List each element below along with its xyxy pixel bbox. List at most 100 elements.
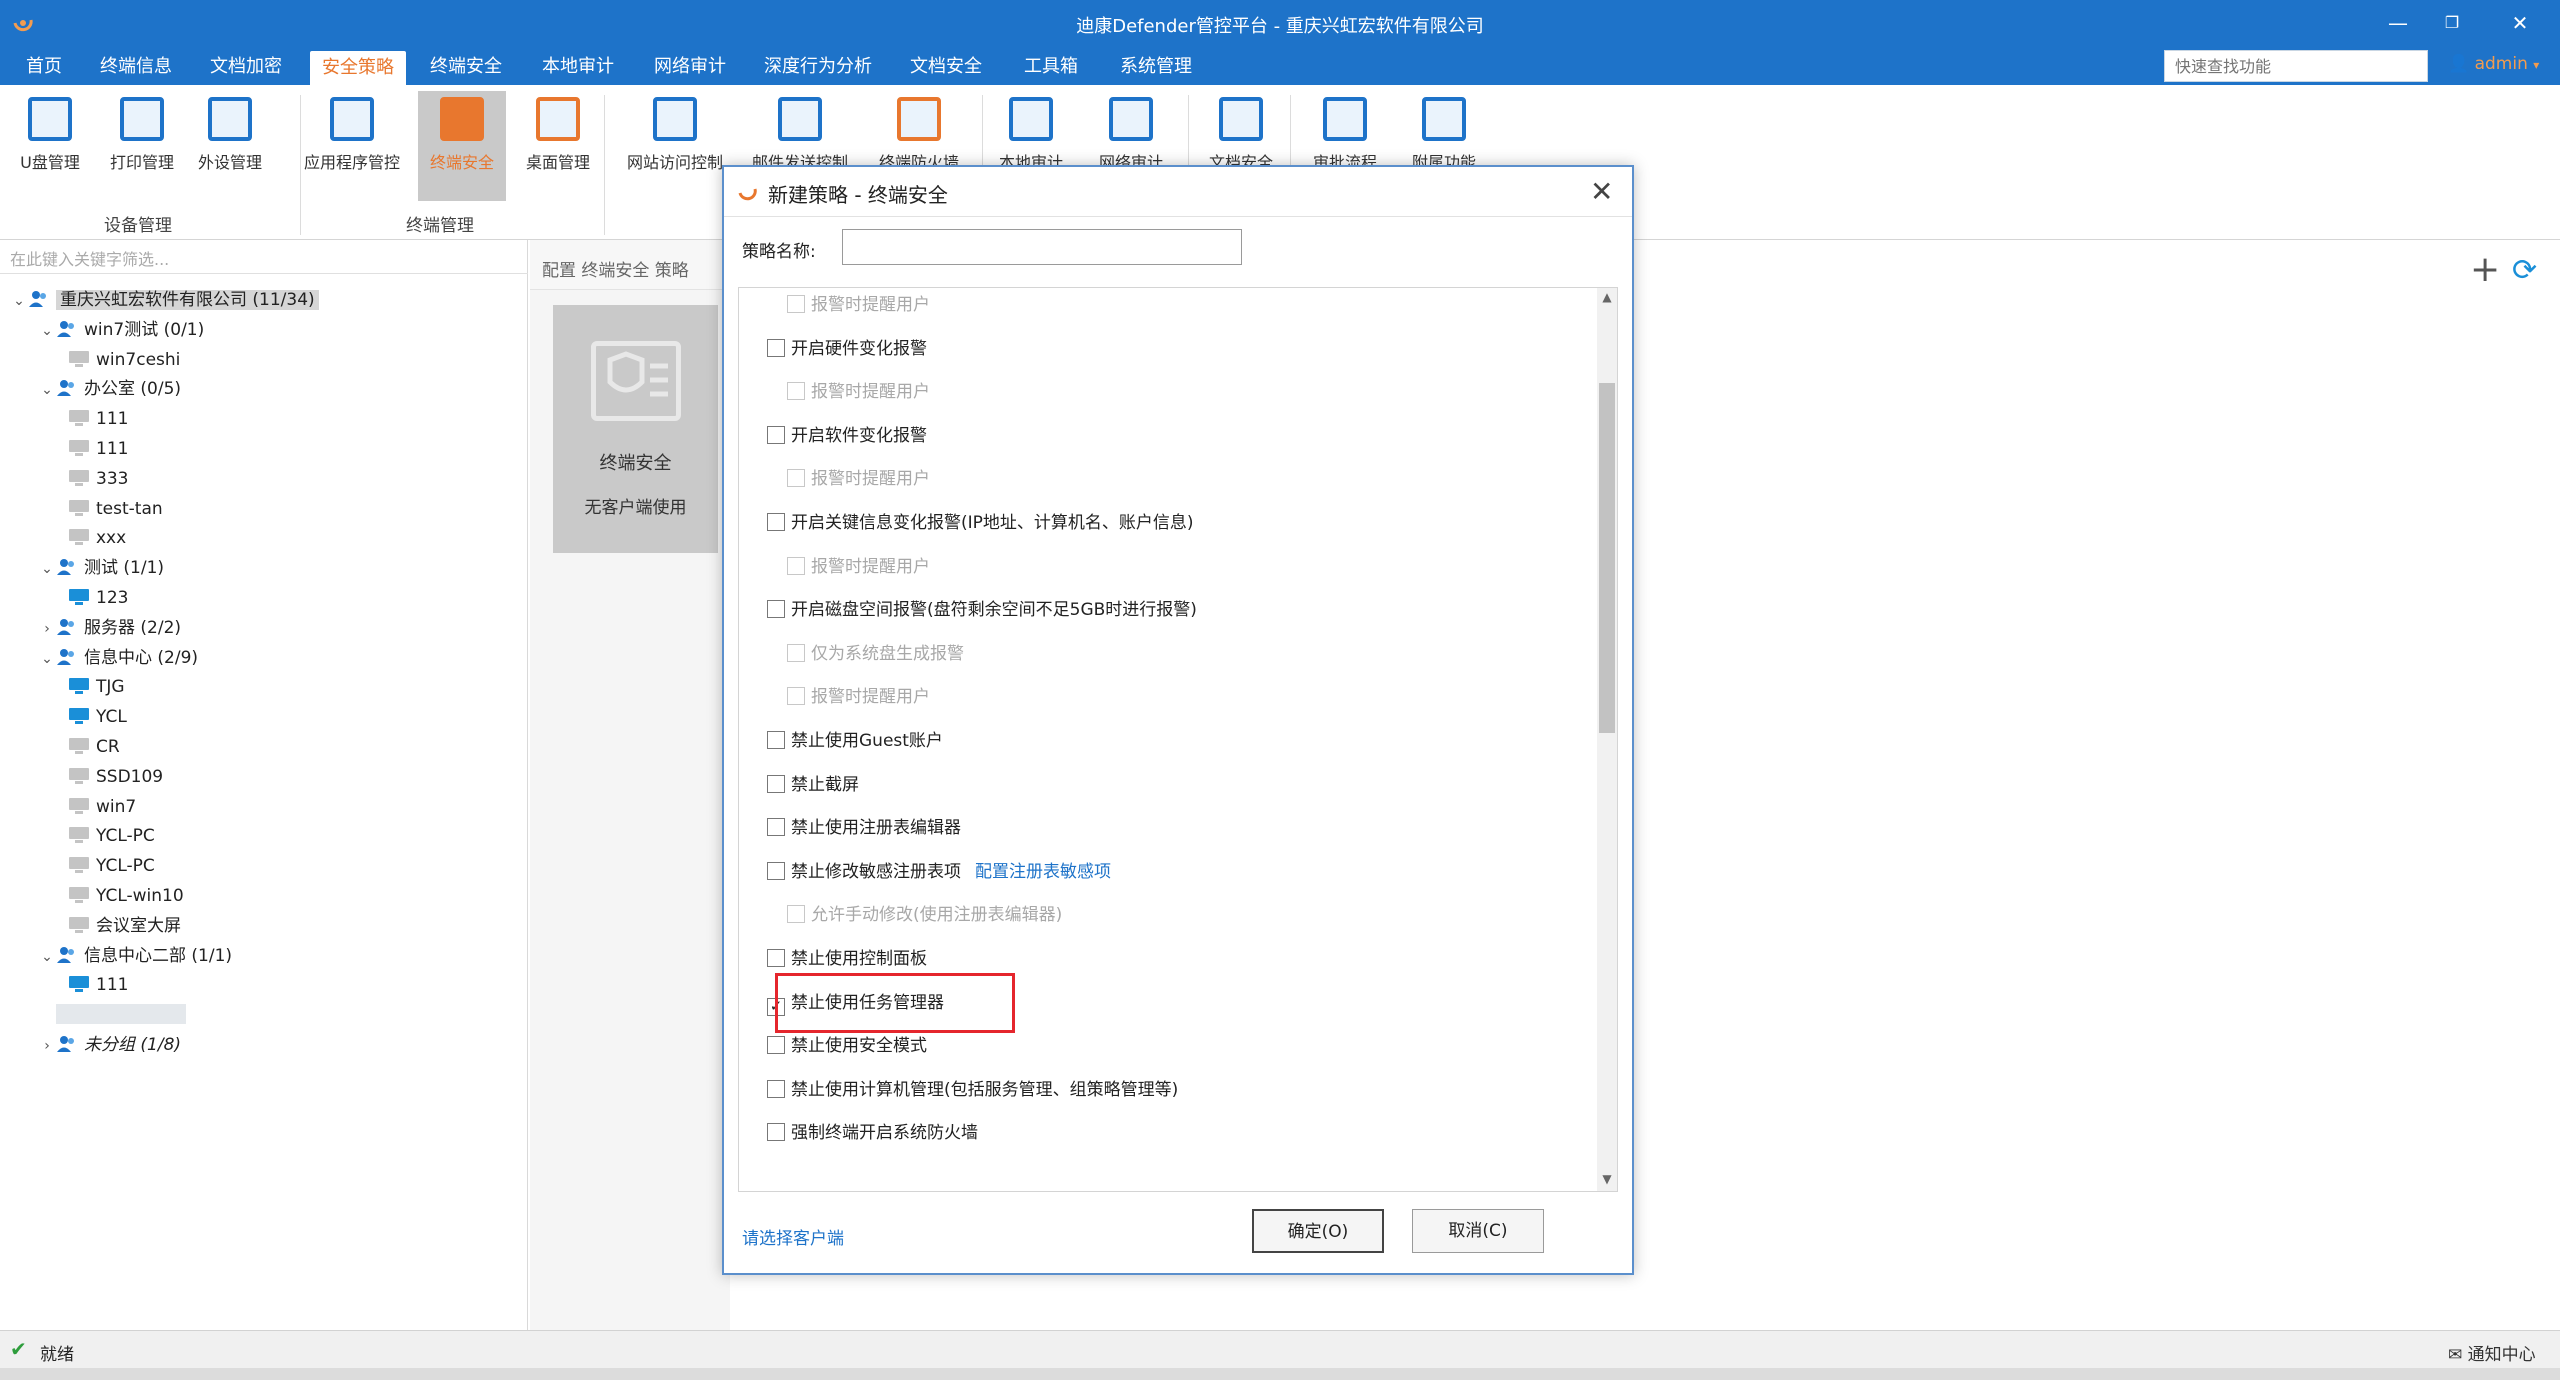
tree-node[interactable]: YCL-PC xyxy=(68,822,155,850)
tree-node[interactable]: › 未分组 (1/8) xyxy=(38,1031,181,1059)
tree-node[interactable]: ⌄ 重庆兴虹宏软件有限公司 (11/34) xyxy=(10,286,319,314)
tree-node[interactable]: YCL-PC xyxy=(68,852,155,880)
tree-node[interactable] xyxy=(38,1001,186,1029)
chevron-down-icon[interactable]: ⌄ xyxy=(38,317,56,345)
menu-item[interactable]: 网络审计 xyxy=(642,47,738,85)
chevron-down-icon[interactable]: ⌄ xyxy=(38,645,56,673)
menu-item[interactable]: 工具箱 xyxy=(1012,47,1090,85)
user-menu[interactable]: 👤 admin ▾ xyxy=(2448,54,2539,74)
chevron-down-icon[interactable]: ⌄ xyxy=(10,287,28,315)
menu-item[interactable]: 首页 xyxy=(14,47,74,85)
tree-node[interactable]: SSD109 xyxy=(68,763,163,791)
policy-option[interactable]: 禁止修改敏感注册表项 配置注册表敏感项 xyxy=(767,859,1111,885)
menu-item[interactable]: 终端信息 xyxy=(88,47,184,85)
menu-item[interactable]: 深度行为分析 xyxy=(752,47,884,85)
ribbon-button[interactable]: 打印管理 xyxy=(98,91,186,201)
notification-center[interactable]: ✉ 通知中心 xyxy=(2448,1340,2536,1365)
tree-node[interactable]: 333 xyxy=(68,465,128,493)
policy-option: 仅为系统盘生成报警 xyxy=(787,641,964,667)
ok-button[interactable]: 确定(O) xyxy=(1252,1209,1384,1253)
configure-registry-link[interactable]: 配置注册表敏感项 xyxy=(975,862,1111,882)
ribbon-button[interactable]: U盘管理 xyxy=(10,91,90,201)
checkbox[interactable] xyxy=(767,425,785,444)
menu-item[interactable]: 文档加密 xyxy=(198,47,294,85)
tree-node[interactable]: TJG xyxy=(68,673,125,701)
menu-item[interactable]: 安全策略 xyxy=(310,51,406,85)
options-scrollbar[interactable]: ▲ ▼ xyxy=(1597,288,1617,1191)
policy-option[interactable]: 禁止使用安全模式 xyxy=(767,1033,927,1059)
policy-option[interactable]: 强制终端开启系统防火墙 xyxy=(767,1120,978,1146)
chevron-right-icon[interactable]: › xyxy=(38,1032,56,1060)
menu-item[interactable]: 本地审计 xyxy=(530,47,626,85)
policy-option[interactable]: 禁止使用计算机管理(包括服务管理、组策略管理等) xyxy=(767,1077,1178,1103)
tree-node[interactable]: ⌄ 信息中心二部 (1/1) xyxy=(38,942,232,970)
checkbox[interactable] xyxy=(767,949,785,967)
tree-node[interactable]: CR xyxy=(68,733,120,761)
policy-option[interactable]: 开启磁盘空间报警(盘符剩余空间不足5GB时进行报警) xyxy=(767,597,1197,623)
tree-node[interactable]: ⌄ win7测试 (0/1) xyxy=(38,316,204,344)
checkbox[interactable] xyxy=(767,513,785,531)
chevron-down-icon[interactable]: ⌄ xyxy=(38,376,56,404)
tree-node[interactable]: 111 xyxy=(68,405,128,433)
checkbox[interactable] xyxy=(767,1079,785,1098)
add-icon[interactable]: + xyxy=(2470,252,2500,288)
policy-option[interactable]: 禁止使用Guest账户 xyxy=(767,728,943,754)
cancel-button[interactable]: 取消(C) xyxy=(1412,1209,1544,1253)
tree-node[interactable]: 111 xyxy=(68,435,128,463)
tree-filter-input[interactable]: 在此键入关键字筛选... xyxy=(0,240,528,274)
chevron-right-icon[interactable]: › xyxy=(38,615,56,643)
scroll-thumb[interactable] xyxy=(1599,383,1615,733)
tree-node[interactable]: ⌄ 测试 (1/1) xyxy=(38,554,164,582)
menu-item[interactable]: 系统管理 xyxy=(1108,47,1204,85)
scroll-down-icon[interactable]: ▼ xyxy=(1597,1172,1617,1186)
maximize-icon[interactable]: ❐ xyxy=(2432,8,2472,38)
policy-name-input[interactable] xyxy=(842,229,1242,265)
checkbox[interactable] xyxy=(767,731,785,749)
ribbon-button[interactable]: 网站访问控制 xyxy=(616,91,734,201)
tree-node[interactable]: 111 xyxy=(68,971,128,999)
tree-node[interactable]: ⌄ 信息中心 (2/9) xyxy=(38,644,198,672)
checkbox[interactable] xyxy=(767,600,785,619)
checkbox[interactable] xyxy=(767,1036,785,1055)
tree-node[interactable]: › 服务器 (2/2) xyxy=(38,614,181,642)
policy-options-list[interactable]: 报警时提醒用户 开启硬件变化报警 报警时提醒用户 开启软件变化报警 报警时提醒用户 开启关… xyxy=(738,287,1618,1192)
scroll-up-icon[interactable]: ▲ xyxy=(1597,290,1617,304)
policy-card[interactable]: 终端安全 无客户端使用 xyxy=(553,305,718,553)
ribbon-button[interactable]: 桌面管理 xyxy=(512,91,604,201)
policy-option[interactable]: 开启软件变化报警 xyxy=(767,423,927,449)
minimize-icon[interactable]: — xyxy=(2378,8,2418,38)
ribbon-button[interactable]: 终端安全 xyxy=(418,91,506,201)
close-icon[interactable]: ✕ xyxy=(2500,8,2540,38)
dialog-close-icon[interactable]: ✕ xyxy=(1590,175,1613,208)
chevron-down-icon[interactable]: ⌄ xyxy=(38,943,56,971)
menu-item[interactable]: 文档安全 xyxy=(898,47,994,85)
tree-node[interactable]: 123 xyxy=(68,584,128,612)
ribbon-button[interactable]: 应用程序管控 xyxy=(292,91,412,201)
policy-option[interactable]: 禁止使用注册表编辑器 xyxy=(767,815,961,841)
policy-option[interactable]: 禁止使用控制面板 xyxy=(767,946,927,972)
ribbon-button-label: 应用程序管控 xyxy=(303,153,400,172)
checkbox[interactable] xyxy=(767,338,785,357)
tree-node[interactable]: win7 xyxy=(68,793,136,821)
tree-node[interactable]: 会议室大屏 xyxy=(68,912,181,940)
refresh-icon[interactable]: ⟳ xyxy=(2512,256,2537,286)
select-client-link[interactable]: 请选择客户端 xyxy=(742,1224,844,1249)
tree-node[interactable]: test-tan xyxy=(68,495,163,523)
tree-node[interactable]: YCL xyxy=(68,703,127,731)
checkbox[interactable] xyxy=(767,818,785,837)
tree-node[interactable]: win7ceshi xyxy=(68,346,180,374)
policy-option[interactable]: 开启硬件变化报警 xyxy=(767,336,927,362)
quick-search-input[interactable] xyxy=(2165,51,2427,81)
quick-search-box[interactable] xyxy=(2164,50,2428,82)
tree-node[interactable]: ⌄ 办公室 (0/5) xyxy=(38,375,181,403)
ribbon-button[interactable]: 外设管理 xyxy=(190,91,270,201)
tree-node[interactable]: YCL-win10 xyxy=(68,882,184,910)
checkbox[interactable] xyxy=(767,861,785,880)
chevron-down-icon[interactable]: ⌄ xyxy=(38,555,56,583)
tree-node[interactable]: xxx xyxy=(68,524,126,552)
menu-item[interactable]: 终端安全 xyxy=(418,47,514,85)
checkbox[interactable] xyxy=(767,1123,785,1142)
checkbox[interactable] xyxy=(767,774,785,793)
policy-option[interactable]: 禁止截屏 xyxy=(767,772,859,798)
policy-option[interactable]: 开启关键信息变化报警(IP地址、计算机名、账户信息) xyxy=(767,510,1194,536)
